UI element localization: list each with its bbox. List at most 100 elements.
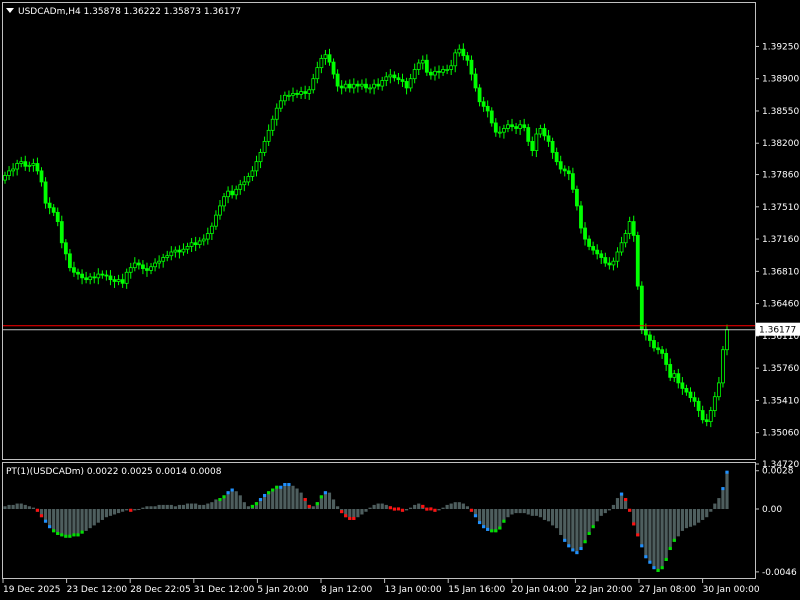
histogram-bar bbox=[380, 503, 384, 510]
candle bbox=[39, 167, 44, 187]
histogram-bar-body bbox=[705, 509, 709, 518]
histogram-bar bbox=[11, 504, 15, 510]
histogram-bar-body bbox=[522, 509, 526, 514]
histogram-bar bbox=[222, 495, 226, 510]
histogram-bar-body bbox=[652, 509, 656, 570]
histogram-bar bbox=[169, 504, 173, 510]
candle-body bbox=[660, 349, 665, 354]
candle-body bbox=[23, 161, 28, 167]
candle bbox=[400, 73, 405, 87]
histogram-bar-cap bbox=[563, 538, 567, 542]
histogram-bar bbox=[615, 498, 620, 510]
histogram-bar-cap bbox=[344, 514, 348, 518]
candle-body bbox=[323, 54, 328, 59]
histogram-bar-body bbox=[380, 503, 384, 510]
candle bbox=[360, 79, 364, 90]
candle bbox=[31, 158, 36, 172]
histogram-bar-body bbox=[404, 509, 409, 511]
histogram-bar-cap bbox=[672, 538, 676, 542]
candle-body bbox=[246, 176, 251, 183]
candle-body bbox=[712, 396, 717, 411]
histogram-bar bbox=[121, 509, 125, 512]
histogram-bar bbox=[48, 509, 52, 529]
histogram-bar-cap bbox=[307, 504, 311, 508]
histogram-bar-cap bbox=[340, 510, 344, 514]
histogram-bar bbox=[465, 506, 470, 510]
histogram-bar-body bbox=[11, 504, 15, 510]
candle-body bbox=[506, 124, 510, 129]
histogram-bar bbox=[514, 509, 518, 514]
time-axis[interactable]: 19 Dec 2025 23 Dec 12:00 28 Dec 22:05 31 De… bbox=[2, 579, 760, 595]
histogram-bar-body bbox=[409, 507, 413, 510]
candle-body bbox=[603, 257, 608, 264]
candle bbox=[258, 148, 263, 169]
price-tick-label: 1.38900 bbox=[762, 75, 799, 85]
candle bbox=[546, 129, 551, 147]
chart-canvas[interactable]: USDCADm,H4 1.35878 1.36222 1.35873 1.361… bbox=[0, 0, 800, 600]
candle bbox=[124, 268, 129, 289]
candle-body bbox=[145, 268, 149, 271]
candle bbox=[412, 63, 417, 84]
candle bbox=[583, 222, 587, 246]
price-tick-label: 1.35760 bbox=[762, 364, 799, 374]
candle-body bbox=[270, 118, 275, 131]
candle-body bbox=[465, 55, 470, 61]
candle-body bbox=[704, 419, 709, 422]
histogram-bar-body bbox=[246, 506, 250, 510]
candle bbox=[493, 118, 498, 137]
candle-body bbox=[587, 238, 591, 247]
candle bbox=[112, 275, 117, 288]
candle bbox=[282, 91, 287, 106]
histogram-bar-body bbox=[465, 506, 470, 510]
histogram-bar bbox=[579, 509, 583, 551]
histogram-bar bbox=[583, 509, 587, 544]
candle bbox=[104, 270, 109, 281]
candle bbox=[538, 124, 543, 138]
histogram-bar bbox=[35, 508, 40, 512]
histogram-bar-body bbox=[141, 507, 145, 510]
candle bbox=[595, 244, 600, 260]
candle bbox=[692, 391, 697, 407]
candle bbox=[173, 246, 178, 258]
chart-window[interactable]: USDCADm,H4 1.35878 1.36222 1.35873 1.361… bbox=[0, 0, 800, 600]
candle bbox=[218, 200, 222, 220]
price-axis[interactable]: 1.39250 1.38900 1.38550 1.38200 1.37860 1.375… bbox=[755, 42, 800, 470]
histogram-bar bbox=[555, 509, 559, 529]
histogram-bar bbox=[396, 507, 401, 511]
histogram-bar bbox=[323, 491, 328, 510]
candle bbox=[566, 166, 571, 181]
histogram-bar-body bbox=[189, 503, 194, 510]
histogram-bar bbox=[575, 509, 579, 555]
candle bbox=[518, 119, 523, 135]
histogram-bar bbox=[137, 509, 141, 511]
candle bbox=[157, 255, 162, 269]
dropdown-triangle-icon[interactable] bbox=[6, 8, 14, 13]
histogram-bar-cap bbox=[421, 504, 425, 508]
candle bbox=[116, 274, 121, 286]
histogram-bar-body bbox=[206, 503, 210, 510]
candle bbox=[445, 64, 450, 75]
indicator-axis[interactable]: 0.0028 0.00 -0.0046 bbox=[755, 467, 797, 578]
histogram-bar bbox=[125, 509, 129, 511]
candle-body bbox=[542, 128, 547, 137]
histogram-bar bbox=[88, 509, 92, 529]
histogram-bar-cap bbox=[477, 521, 482, 525]
histogram-bar bbox=[518, 509, 522, 514]
candle-body bbox=[258, 152, 263, 163]
candle bbox=[668, 358, 673, 382]
candle bbox=[295, 89, 299, 99]
histogram-bar-body bbox=[599, 509, 603, 516]
candle bbox=[185, 242, 190, 254]
candle bbox=[339, 80, 344, 95]
histogram-bar-body bbox=[725, 470, 729, 510]
candle-body bbox=[201, 238, 206, 242]
candle bbox=[424, 54, 429, 76]
candle bbox=[364, 78, 368, 93]
candle-body bbox=[250, 170, 255, 177]
candle bbox=[404, 77, 409, 95]
candle-body bbox=[15, 163, 20, 170]
candle bbox=[506, 119, 510, 133]
candle-body bbox=[351, 83, 356, 89]
histogram-bar-body bbox=[153, 506, 157, 510]
histogram-bar-cap bbox=[226, 491, 230, 495]
